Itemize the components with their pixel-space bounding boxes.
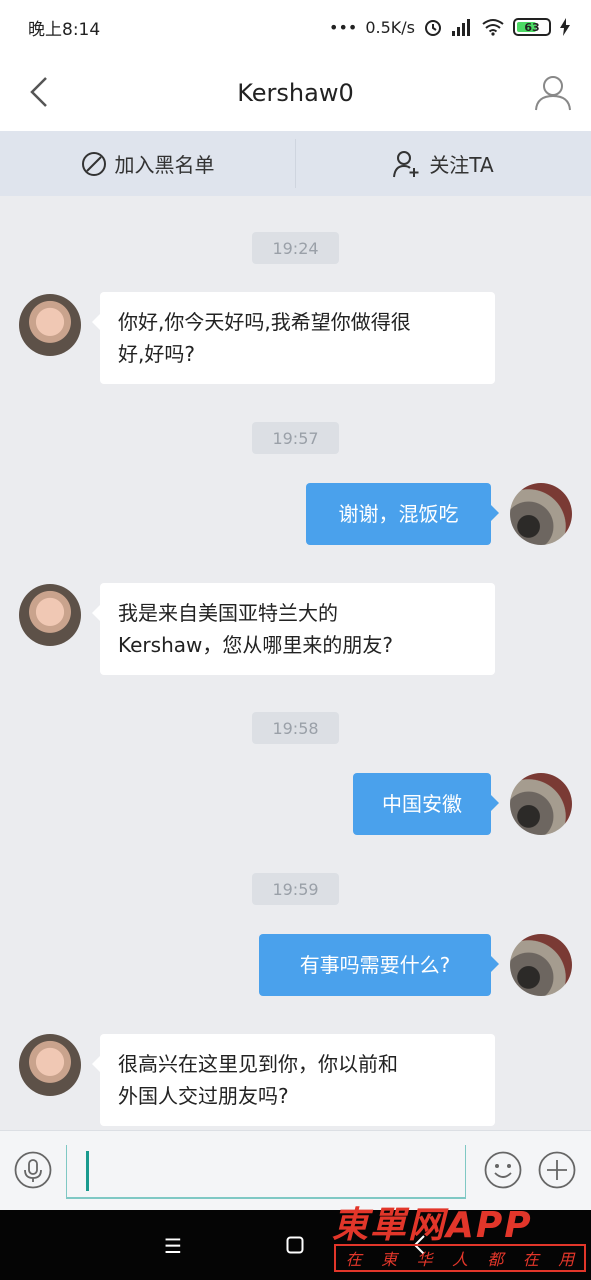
text-caret [86,1151,89,1191]
avatar[interactable] [19,294,81,356]
smiley-icon[interactable] [484,1151,522,1189]
action-bar: 加入黑名单 关注TA [0,131,591,196]
network-speed: 0.5K/s [365,17,415,37]
battery-icon: 63 [513,18,551,36]
chat-area[interactable]: 19:24 你好,你今天好吗,我希望你做得很 好,好吗? 19:57 谢谢，混饭… [0,196,591,1130]
tagline-char: 東 [381,1250,398,1269]
avatar[interactable] [19,1034,81,1096]
avatar[interactable] [510,483,572,545]
message-outgoing[interactable]: 谢谢，混饭吃 [306,483,499,545]
top-nav: Kershaw0 [0,54,591,131]
block-icon [81,151,106,176]
battery-level: 63 [524,20,540,34]
follow-label: 关注TA [429,153,494,177]
avatar[interactable] [510,934,572,996]
plus-circle-icon[interactable] [538,1151,576,1189]
message-line: Kershaw，您从哪里来的朋友? [118,633,393,657]
message-input[interactable] [66,1145,466,1199]
watermark-title: 東單网APP [332,1205,533,1246]
user-icon[interactable] [533,72,573,112]
microphone-icon[interactable] [14,1151,52,1189]
status-indicators: ••• 0.5K/s 63 [329,17,571,37]
blacklist-button[interactable]: 加入黑名单 [0,131,295,196]
signal-icon [452,19,470,36]
timestamp: 19:24 [252,232,339,264]
tagline-char: 华 [416,1250,433,1269]
tagline-char: 在 [522,1250,539,1269]
avatar[interactable] [510,773,572,835]
tagline-char: 用 [558,1250,575,1269]
message-line: 外国人交过朋友吗? [118,1084,289,1108]
alarm-icon [425,20,441,36]
avatar[interactable] [19,584,81,646]
wifi-icon [482,19,504,36]
message-line: 我是来自美国亚特兰大的 [118,601,338,625]
message-outgoing[interactable]: 中国安徽 [353,773,499,835]
status-bar: 晚上8:14 ••• 0.5K/s 63 [0,0,591,54]
message-text: 有事吗需要什么? [299,953,451,977]
message-line: 你好,你今天好吗,我希望你做得很 [118,310,411,334]
timestamp: 19:57 [252,422,339,454]
add-user-icon [393,150,419,177]
page-title: Kershaw0 [237,78,354,107]
message-line: 好,好吗? [118,342,195,366]
more-dots-icon: ••• [329,17,358,37]
tagline-char: 人 [451,1250,468,1269]
home-square-icon[interactable] [286,1236,304,1254]
menu-icon[interactable]: ☰ [164,1234,182,1258]
chevron-left-icon[interactable] [22,74,58,110]
message-incoming[interactable]: 我是来自美国亚特兰大的 Kershaw，您从哪里来的朋友? [92,583,495,675]
watermark-tagline: 在 東 华 人 都 在 用 [334,1244,586,1272]
tagline-char: 都 [487,1250,504,1269]
charging-icon [560,18,570,36]
message-text: 谢谢，混饭吃 [338,502,459,526]
timestamp: 19:59 [252,873,339,905]
timestamp: 19:58 [252,712,339,744]
tagline-char: 在 [345,1250,362,1269]
watermark-logo: 東單网APP 在 東 华 人 都 在 用 [332,1196,588,1276]
follow-button[interactable]: 关注TA [296,131,591,196]
message-incoming[interactable]: 你好,你今天好吗,我希望你做得很 好,好吗? [92,292,495,384]
message-outgoing[interactable]: 有事吗需要什么? [259,934,499,996]
message-line: 很高兴在这里见到你，你以前和 [118,1052,398,1076]
message-incoming[interactable]: 很高兴在这里见到你，你以前和 外国人交过朋友吗? [92,1034,495,1126]
status-time: 晚上8:14 [28,19,101,40]
blacklist-label: 加入黑名单 [114,153,215,177]
message-text: 中国安徽 [382,792,462,816]
